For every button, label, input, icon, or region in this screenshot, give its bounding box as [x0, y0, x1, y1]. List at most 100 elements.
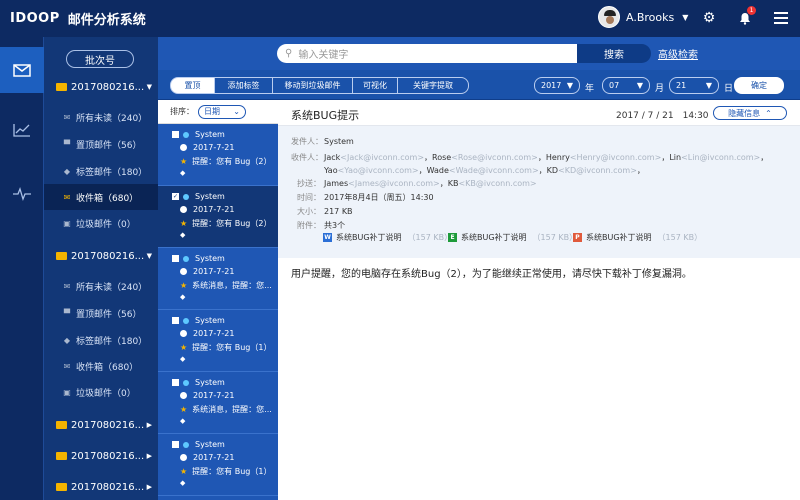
message-subject: 系统BUG提示: [291, 109, 360, 122]
batch-group[interactable]: 2017080216... ▶: [44, 443, 158, 469]
mail-nav-icon[interactable]: [0, 47, 44, 93]
advanced-search-link[interactable]: 高级检索: [658, 46, 698, 61]
folder-inbox[interactable]: ✉ 收件箱（680）: [44, 184, 158, 210]
pin-button[interactable]: 置顶: [170, 77, 215, 94]
month-select[interactable]: 07 ▼: [602, 77, 650, 94]
item-date-line: 2017-7-21: [180, 143, 234, 152]
checkbox[interactable]: [172, 131, 179, 138]
message-list-item[interactable]: System 2017-7-21 ★ 系统消息，提醒：您... ◆: [158, 372, 278, 434]
checkbox[interactable]: [172, 255, 179, 262]
gear-icon[interactable]: ⚙: [700, 9, 718, 27]
attachment-item[interactable]: E 系统BUG补丁说明 （157 KB）: [448, 232, 577, 243]
cc-row: 抄送： James<James@ivconn.com>，KB<KB@ivconn.…: [291, 178, 537, 189]
hide-info-button[interactable]: 隐藏信息 ⌃: [713, 106, 787, 120]
message-meta: 发件人： System 收件人： Jack<Jack@ivconn.com>，Ros…: [278, 126, 800, 258]
tag-icon[interactable]: ◆: [180, 169, 185, 177]
move-to-spam-button[interactable]: 移动到垃圾邮件: [272, 77, 353, 94]
item-sender-line: System: [172, 254, 225, 263]
tag-icon[interactable]: ◆: [180, 293, 185, 301]
attachment-size: （157 KB）: [407, 233, 453, 242]
folder-spam[interactable]: ▣ 垃圾邮件（0）: [44, 379, 158, 405]
trend-chart-icon[interactable]: [0, 107, 44, 153]
tag-icon[interactable]: ◆: [180, 479, 185, 487]
star-icon[interactable]: ★: [180, 405, 187, 414]
message-list-item[interactable]: System 2017-7-21 ★ 提醒：您有 Bug（1） ◆: [158, 310, 278, 372]
folder-unread[interactable]: ✉ 所有未读（240）: [44, 104, 158, 130]
folder-label: 置顶邮件（56）: [76, 140, 142, 151]
item-sender: System: [195, 316, 225, 325]
clock-icon: [180, 330, 187, 337]
unread-dot: [183, 131, 189, 138]
add-tag-button[interactable]: 添加标签: [214, 77, 273, 94]
checkbox[interactable]: [172, 441, 179, 448]
hamburger-icon[interactable]: [772, 9, 790, 27]
folder-label: 垃圾邮件（0）: [76, 219, 136, 230]
item-date-line: 2017-7-21: [180, 205, 234, 214]
star-icon[interactable]: ★: [180, 467, 187, 476]
day-select[interactable]: 21 ▼: [669, 77, 719, 94]
folder-pinned[interactable]: ▀ 置顶邮件（56）: [44, 300, 158, 326]
recipient-name: Yao: [324, 166, 338, 175]
trash-icon: ▣: [63, 218, 71, 228]
attachment-item[interactable]: P 系统BUG补丁说明 （157 KB）: [573, 232, 702, 243]
item-sender: System: [195, 192, 225, 201]
folder-label: 收件箱（680）: [76, 362, 139, 373]
caret-down-icon: ▼: [636, 81, 643, 90]
folder-spam[interactable]: ▣ 垃圾邮件（0）: [44, 210, 158, 236]
checkbox[interactable]: ✓: [172, 193, 179, 200]
folder-tagged[interactable]: ◆ 标签邮件（180）: [44, 158, 158, 184]
folder-pinned[interactable]: ▀ 置顶邮件（56）: [44, 131, 158, 157]
attachment-item[interactable]: W 系统BUG补丁说明 （157 KB）: [323, 232, 452, 243]
batch-group[interactable]: 2017080216... ▼: [44, 74, 158, 100]
item-sender-line: System: [172, 316, 225, 325]
star-icon[interactable]: ★: [180, 343, 187, 352]
folder-unread[interactable]: ✉ 所有未读（240）: [44, 273, 158, 299]
message-list-item[interactable]: System 2017-7-21 ★ 提醒：您有 Bug（1） ◆: [158, 434, 278, 496]
star-icon[interactable]: ★: [180, 219, 187, 228]
attachment-size: （157 KB）: [657, 233, 703, 242]
search-input[interactable]: ⚲ 输入关键字: [277, 44, 577, 63]
checkbox[interactable]: [172, 379, 179, 386]
visualize-button[interactable]: 可视化: [352, 77, 398, 94]
pin-icon: ▀: [63, 139, 71, 149]
message-list-item[interactable]: System 2017-7-21 ★ 系统消息，提醒：您... ◆: [158, 248, 278, 310]
batch-number-button[interactable]: 批次号: [66, 50, 134, 68]
checkbox[interactable]: [172, 317, 179, 324]
message-list-item[interactable]: ✓ System 2017-7-21 ★ 提醒：您有 Bug（2） ◆: [158, 186, 278, 248]
bell-icon[interactable]: 1: [736, 6, 756, 27]
year-select[interactable]: 2017 ▼: [534, 77, 580, 94]
star-icon[interactable]: ★: [180, 281, 187, 290]
unread-dot: [183, 441, 189, 448]
message-list-item[interactable]: System 2017-7-21 ★ 提醒：您有 Bug（2） ◆: [158, 124, 278, 186]
recipient-email: <Lin@ivconn.com>: [681, 153, 761, 162]
search-placeholder: 输入关键字: [298, 50, 349, 61]
folder-label: 垃圾邮件（0）: [76, 388, 136, 399]
sort-value: 日期: [204, 107, 220, 116]
tag-icon[interactable]: ◆: [180, 417, 185, 425]
batch-group[interactable]: 2017080216... ▶: [44, 412, 158, 438]
batch-group-label: 2017080216...: [71, 450, 145, 462]
folder-label: 标签邮件（180）: [76, 167, 148, 178]
batch-group[interactable]: 2017080216... ▶: [44, 474, 158, 500]
item-sender-line: System: [172, 378, 225, 387]
pulse-icon[interactable]: [0, 171, 44, 217]
unread-dot: [183, 379, 189, 386]
item-sender: System: [195, 440, 225, 449]
star-icon[interactable]: ★: [180, 157, 187, 166]
item-summary: 系统消息，提醒：您...: [192, 281, 272, 290]
folder-inbox[interactable]: ✉ 收件箱（680）: [44, 353, 158, 379]
sort-select[interactable]: 日期 ⌄: [198, 104, 246, 119]
app-title: 邮件分析系统: [67, 13, 146, 28]
tag-icon[interactable]: ◆: [180, 231, 185, 239]
confirm-date-button[interactable]: 确定: [734, 77, 784, 94]
user-menu[interactable]: A.Brooks ▼: [598, 6, 688, 28]
tag-icon[interactable]: ◆: [180, 355, 185, 363]
folder-tagged[interactable]: ◆ 标签邮件（180）: [44, 327, 158, 353]
keyword-extract-button[interactable]: 关键字提取: [397, 77, 469, 94]
separator: ，: [537, 153, 546, 162]
search-bar: ⚲ 输入关键字 搜索 高级检索: [158, 37, 800, 70]
batch-group[interactable]: 2017080216... ▼: [44, 243, 158, 269]
sort-bar: 排序： 日期 ⌄: [158, 100, 278, 124]
to-line-2: Yao<Yao@ivconn.com>，Wade<Wade@ivconn.com…: [324, 165, 645, 176]
search-button[interactable]: 搜索: [577, 44, 651, 63]
